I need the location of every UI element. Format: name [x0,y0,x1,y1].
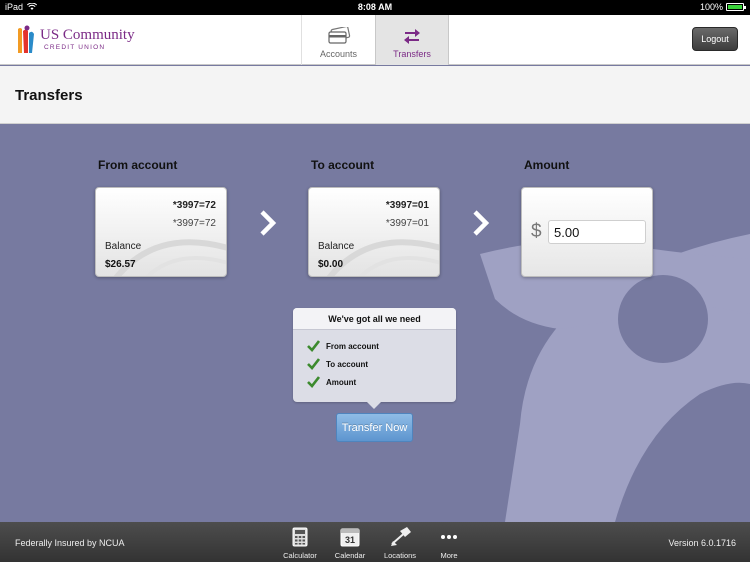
currency-symbol: $ [531,221,542,242]
calendar-label: Calendar [334,551,366,560]
logout-button[interactable]: Logout [692,27,738,51]
tab-transfers-label: Transfers [393,49,431,59]
checklist-item: To account [307,358,368,370]
checklist-item: From account [307,340,379,352]
tab-transfers[interactable]: Transfers [375,15,449,65]
logo-figure-icon [18,25,34,53]
to-account-card[interactable]: *3997=01 *3997=01 Balance $0.00 [308,187,440,277]
calculator-icon [292,527,308,547]
more-label: More [440,551,458,560]
from-balance-value: $26.57 [105,259,136,270]
locations-label: Locations [383,551,417,560]
calculator-label: Calculator [283,551,317,560]
tab-accounts-label: Accounts [319,49,358,59]
card-icon [327,27,350,44]
chevron-right-icon [473,210,490,236]
bottom-toolbar: Federally Insured by NCUA Calculator 31 … [0,522,750,562]
tab-accounts[interactable]: Accounts [301,15,375,65]
transfer-now-button[interactable]: Transfer Now [336,413,413,442]
amount-label: Amount [524,158,570,172]
checklist-popover: We've got all we need From account To ac… [293,308,456,409]
calculator-button[interactable]: Calculator [275,526,325,560]
from-balance-label: Balance [105,241,142,252]
popover-tail [367,402,381,409]
battery-icon [726,3,746,11]
to-account-label: To account [311,158,375,172]
amount-card: $ [521,187,653,277]
from-account-number-secondary: *3997=72 [172,218,216,229]
from-account-label: From account [98,158,178,172]
to-balance-value: $0.00 [318,259,344,270]
checkmark-icon [307,376,320,388]
more-dots-icon [441,535,457,539]
checklist-title: We've got all we need [293,308,456,330]
app-header: US Community CREDIT UNION Accounts Trans… [0,15,750,65]
amount-input[interactable] [548,220,646,244]
calendar-button[interactable]: 31 Calendar [325,526,375,560]
transfer-arrows-icon [404,29,420,44]
map-pin-icon [391,527,411,546]
locations-button[interactable]: Locations [375,526,425,560]
chevron-right-icon [260,210,277,236]
transfer-panel: From account To account Amount *3997=72 … [0,124,750,522]
status-bar: iPad 8:08 AM 100% [0,0,750,15]
status-time: 8:08 AM [357,2,393,12]
logo-line2: CREDIT UNION [44,44,106,52]
to-account-number-secondary: *3997=01 [385,218,429,229]
to-balance-label: Balance [318,241,355,252]
page-title-bar: Transfers [0,66,750,124]
calendar-icon-date: 31 [345,535,355,545]
checklist-item-label: From account [326,341,379,351]
from-account-number: *3997=72 [172,200,216,211]
checklist-item: Amount [307,376,356,388]
to-account-number: *3997=01 [385,200,429,211]
page-title: Transfers [15,87,83,104]
more-button[interactable]: More [424,526,474,560]
logo-line1: US Community [40,27,135,44]
app-version: Version 6.0.1716 [668,538,736,548]
checklist-item-label: To account [326,359,369,369]
credit-union-logo: US Community CREDIT UNION [16,23,136,57]
checklist-item-label: Amount [326,377,357,387]
from-account-card[interactable]: *3997=72 *3997=72 Balance $26.57 [95,187,227,277]
calendar-icon: 31 [340,528,360,547]
checkmark-icon [307,358,320,370]
battery-percent: 100% [699,2,723,12]
checkmark-icon [307,340,320,352]
ncua-notice: Federally Insured by NCUA [15,538,125,548]
